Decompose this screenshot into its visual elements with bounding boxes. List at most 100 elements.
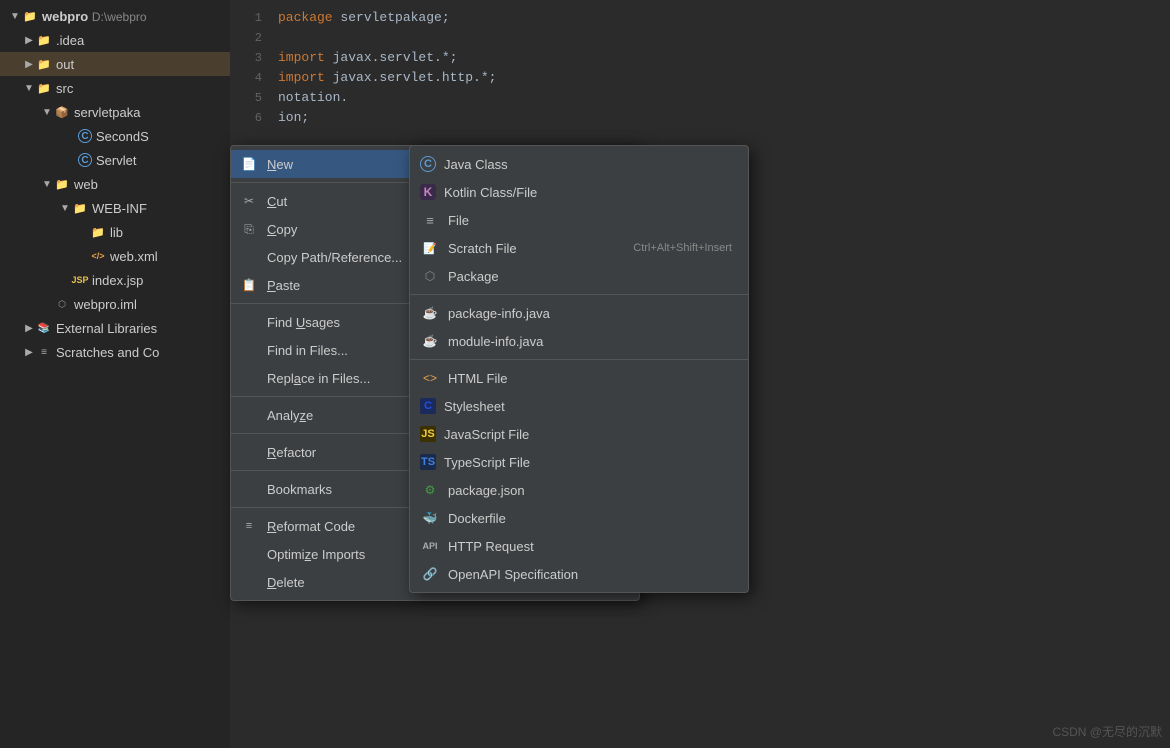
tree-item-lib[interactable]: 📁 lib [0,220,230,244]
arrow-icon: ▼ [40,177,54,191]
tree-item-servlet[interactable]: C Servlet [0,148,230,172]
code-content: import javax.servlet.http.*; [278,68,496,88]
sub-item-kotlinclass[interactable]: K Kotlin Class/File [410,178,748,206]
file-icon: ≡ [420,210,440,230]
code-line-3: 3 import javax.servlet.*; [238,48,1170,68]
tree-label-servletpaka: servletpaka [74,105,140,120]
folder-icon: 📁 [36,80,52,96]
delete-icon [239,572,259,592]
sub-item-javaclass[interactable]: C Java Class [410,150,748,178]
tree-label-extlibs: External Libraries [56,321,157,336]
no-arrow [58,273,72,287]
moduleinfojava-icon: ☕ [420,331,440,351]
paste-icon: 📋 [239,275,259,295]
jsfile-icon: JS [420,426,436,442]
tree-item-indexjsp[interactable]: JSP index.jsp [0,268,230,292]
no-arrow [76,225,90,239]
no-arrow [64,129,78,143]
line-number: 2 [238,28,278,48]
code-content: import javax.servlet.*; [278,48,457,68]
sub-item-stylesheet[interactable]: C Stylesheet [410,392,748,420]
no-arrow [40,297,54,311]
scratch-icon: ≡ [36,344,52,360]
extlib-icon: 📚 [36,320,52,336]
tree-item-extlibs[interactable]: ▶ 📚 External Libraries [0,316,230,340]
tsfile-icon: TS [420,454,436,470]
sub-item-openapispec[interactable]: 🔗 OpenAPI Specification [410,560,748,588]
sub-label-kotlinclass: Kotlin Class/File [444,185,732,200]
sub-item-moduleinfojava[interactable]: ☕ module-info.java [410,327,748,355]
code-content: package servletpakage; [278,8,450,28]
tree-label-src: src [56,81,73,96]
tree-item-webinf[interactable]: ▼ 📁 WEB-INF [0,196,230,220]
kotlinclass-icon: K [420,184,436,200]
sub-label-jsfile: JavaScript File [444,427,732,442]
tree-item-scratches[interactable]: ▶ ≡ Scratches and Co [0,340,230,364]
sub-shortcut-scratchfile: Ctrl+Alt+Shift+Insert [633,242,732,254]
java-class-icon: C [78,153,92,167]
refactor-icon [239,442,259,462]
arrow-icon: ▼ [22,81,36,95]
sub-item-htmlfile[interactable]: <> HTML File [410,364,748,392]
code-line-1: 1 package servletpakage; [238,8,1170,28]
sub-item-package[interactable]: ⬡ Package [410,262,748,290]
code-line-6: 6 ion; [238,108,1170,128]
no-arrow [64,153,78,167]
code-content: notation. [278,88,348,108]
sub-item-jsfile[interactable]: JS JavaScript File [410,420,748,448]
arrow-icon: ▶ [22,321,36,335]
packagejson-icon: ⚙ [420,480,440,500]
xml-icon: </> [90,248,106,264]
tree-label-webproiml: webpro.iml [74,297,137,312]
tree-label-indexjsp: index.jsp [92,273,143,288]
tree-item-web[interactable]: ▼ 📁 web [0,172,230,196]
sub-item-file[interactable]: ≡ File [410,206,748,234]
watermark: CSDN @无尽的沉默 [1052,723,1162,740]
scratchfile-icon: 📝 [420,238,440,258]
sub-item-tsfile[interactable]: TS TypeScript File [410,448,748,476]
sub-label-dockerfile: Dockerfile [448,511,732,526]
line-number: 3 [238,48,278,68]
line-number: 6 [238,108,278,128]
sub-item-httprequest[interactable]: API HTTP Request [410,532,748,560]
sub-label-htmlfile: HTML File [448,371,732,386]
tree-item-seconds[interactable]: C SecondS [0,124,230,148]
javaclass-icon: C [420,156,436,172]
package-icon: 📦 [54,104,70,120]
file-tree: ▼ 📁 webpro D:\webpro ▶ 📁 .idea ▶ 📁 out ▼… [0,0,230,748]
tree-item-webproiml[interactable]: ⬡ webpro.iml [0,292,230,316]
package-icon: ⬡ [420,266,440,286]
tree-item-servletpaka[interactable]: ▼ 📦 servletpaka [0,100,230,124]
copy-icon: ⎘ [239,219,259,239]
folder-icon: 📁 [22,8,38,24]
line-number: 1 [238,8,278,28]
tree-item-idea[interactable]: ▶ 📁 .idea [0,28,230,52]
code-line-2: 2 [238,28,1170,48]
arrow-icon: ▼ [58,201,72,215]
findusages-icon [239,312,259,332]
tree-item-webxml[interactable]: </> web.xml [0,244,230,268]
no-arrow [76,249,90,263]
arrow-icon: ▶ [22,345,36,359]
sub-item-packageinfojava[interactable]: ☕ package-info.java [410,299,748,327]
tree-label-webpro: webpro D:\webpro [42,9,147,24]
tree-label-scratches: Scratches and Co [56,345,159,360]
sub-item-dockerfile[interactable]: 🐳 Dockerfile [410,504,748,532]
sub-item-scratchfile[interactable]: 📝 Scratch File Ctrl+Alt+Shift+Insert [410,234,748,262]
optimizeimports-icon [239,544,259,564]
cut-icon: ✂ [239,191,259,211]
sub-item-packagejson[interactable]: ⚙ package.json [410,476,748,504]
folder-icon: 📁 [90,224,106,240]
tree-item-src[interactable]: ▼ 📁 src [0,76,230,100]
tree-item-webpro[interactable]: ▼ 📁 webpro D:\webpro [0,4,230,28]
sub-label-packageinfojava: package-info.java [448,306,732,321]
folder-icon: 📁 [36,32,52,48]
tree-item-out[interactable]: ▶ 📁 out [0,52,230,76]
tree-label-idea: .idea [56,33,84,48]
tree-label-webxml: web.xml [110,249,158,264]
iml-icon: ⬡ [54,296,70,312]
sub-label-stylesheet: Stylesheet [444,399,732,414]
openapispec-icon: 🔗 [420,564,440,584]
reformat-icon: ≡ [239,516,259,536]
sub-label-javaclass: Java Class [444,157,732,172]
